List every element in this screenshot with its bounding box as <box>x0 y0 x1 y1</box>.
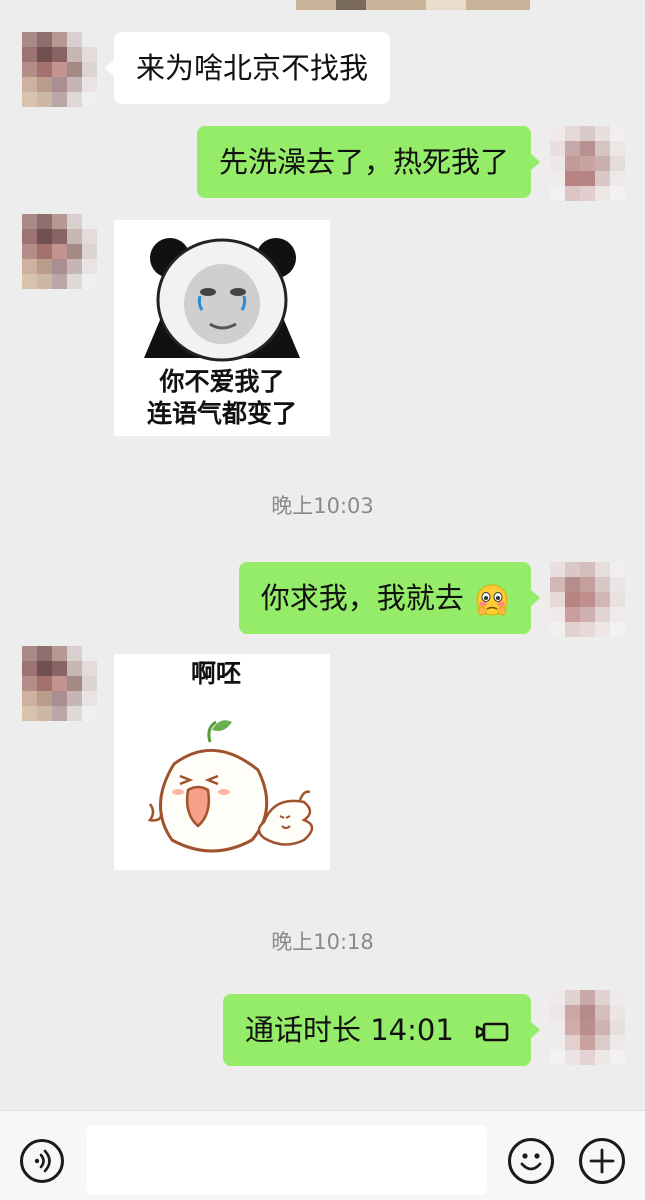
my-avatar[interactable] <box>550 562 625 637</box>
panda-meme-sticker[interactable]: 你不爱我了 连语气都变了 <box>114 220 330 436</box>
sticker-caption: 连语气都变了 <box>146 399 297 428</box>
chat-message-list[interactable]: 来为啥北京不找我 先洗澡去了，热死我了 你不爱我了 连语气都变了 晚上10:03… <box>0 0 645 1110</box>
video-call-icon <box>475 1022 509 1042</box>
call-duration-label: 通话时长 14:01 <box>244 1013 454 1047</box>
sticker-caption: 你不爱我了 <box>159 367 285 396</box>
outgoing-message-bubble[interactable]: 你求我，我就去 <box>238 562 541 634</box>
timestamp: 晚上10:03 <box>271 494 374 518</box>
timestamp: 晚上10:18 <box>271 930 374 954</box>
partial-image-message[interactable] <box>296 0 530 10</box>
video-call-record-bubble[interactable]: 通话时长 14:01 <box>222 994 541 1066</box>
my-avatar[interactable] <box>550 126 625 201</box>
voice-icon[interactable] <box>20 1139 64 1183</box>
cartoon-sticker[interactable]: 啊呸 <box>114 654 330 870</box>
contact-avatar[interactable] <box>22 646 97 721</box>
incoming-message-bubble[interactable]: 来为啥北京不找我 <box>104 32 391 104</box>
chat-input-bar <box>0 1110 645 1200</box>
my-avatar[interactable] <box>550 990 625 1065</box>
smiley-icon[interactable] <box>508 1138 554 1184</box>
cartoon-characters-image <box>147 720 314 853</box>
plus-icon[interactable] <box>579 1138 625 1184</box>
contact-avatar[interactable] <box>22 32 97 107</box>
outgoing-message-bubble[interactable]: 先洗澡去了，热死我了 <box>196 126 541 198</box>
message-text: 你求我，我就去 <box>260 581 464 615</box>
message-input[interactable] <box>87 1125 487 1195</box>
contact-avatar[interactable] <box>22 214 97 289</box>
flushed-pleading-emoji <box>476 584 508 616</box>
